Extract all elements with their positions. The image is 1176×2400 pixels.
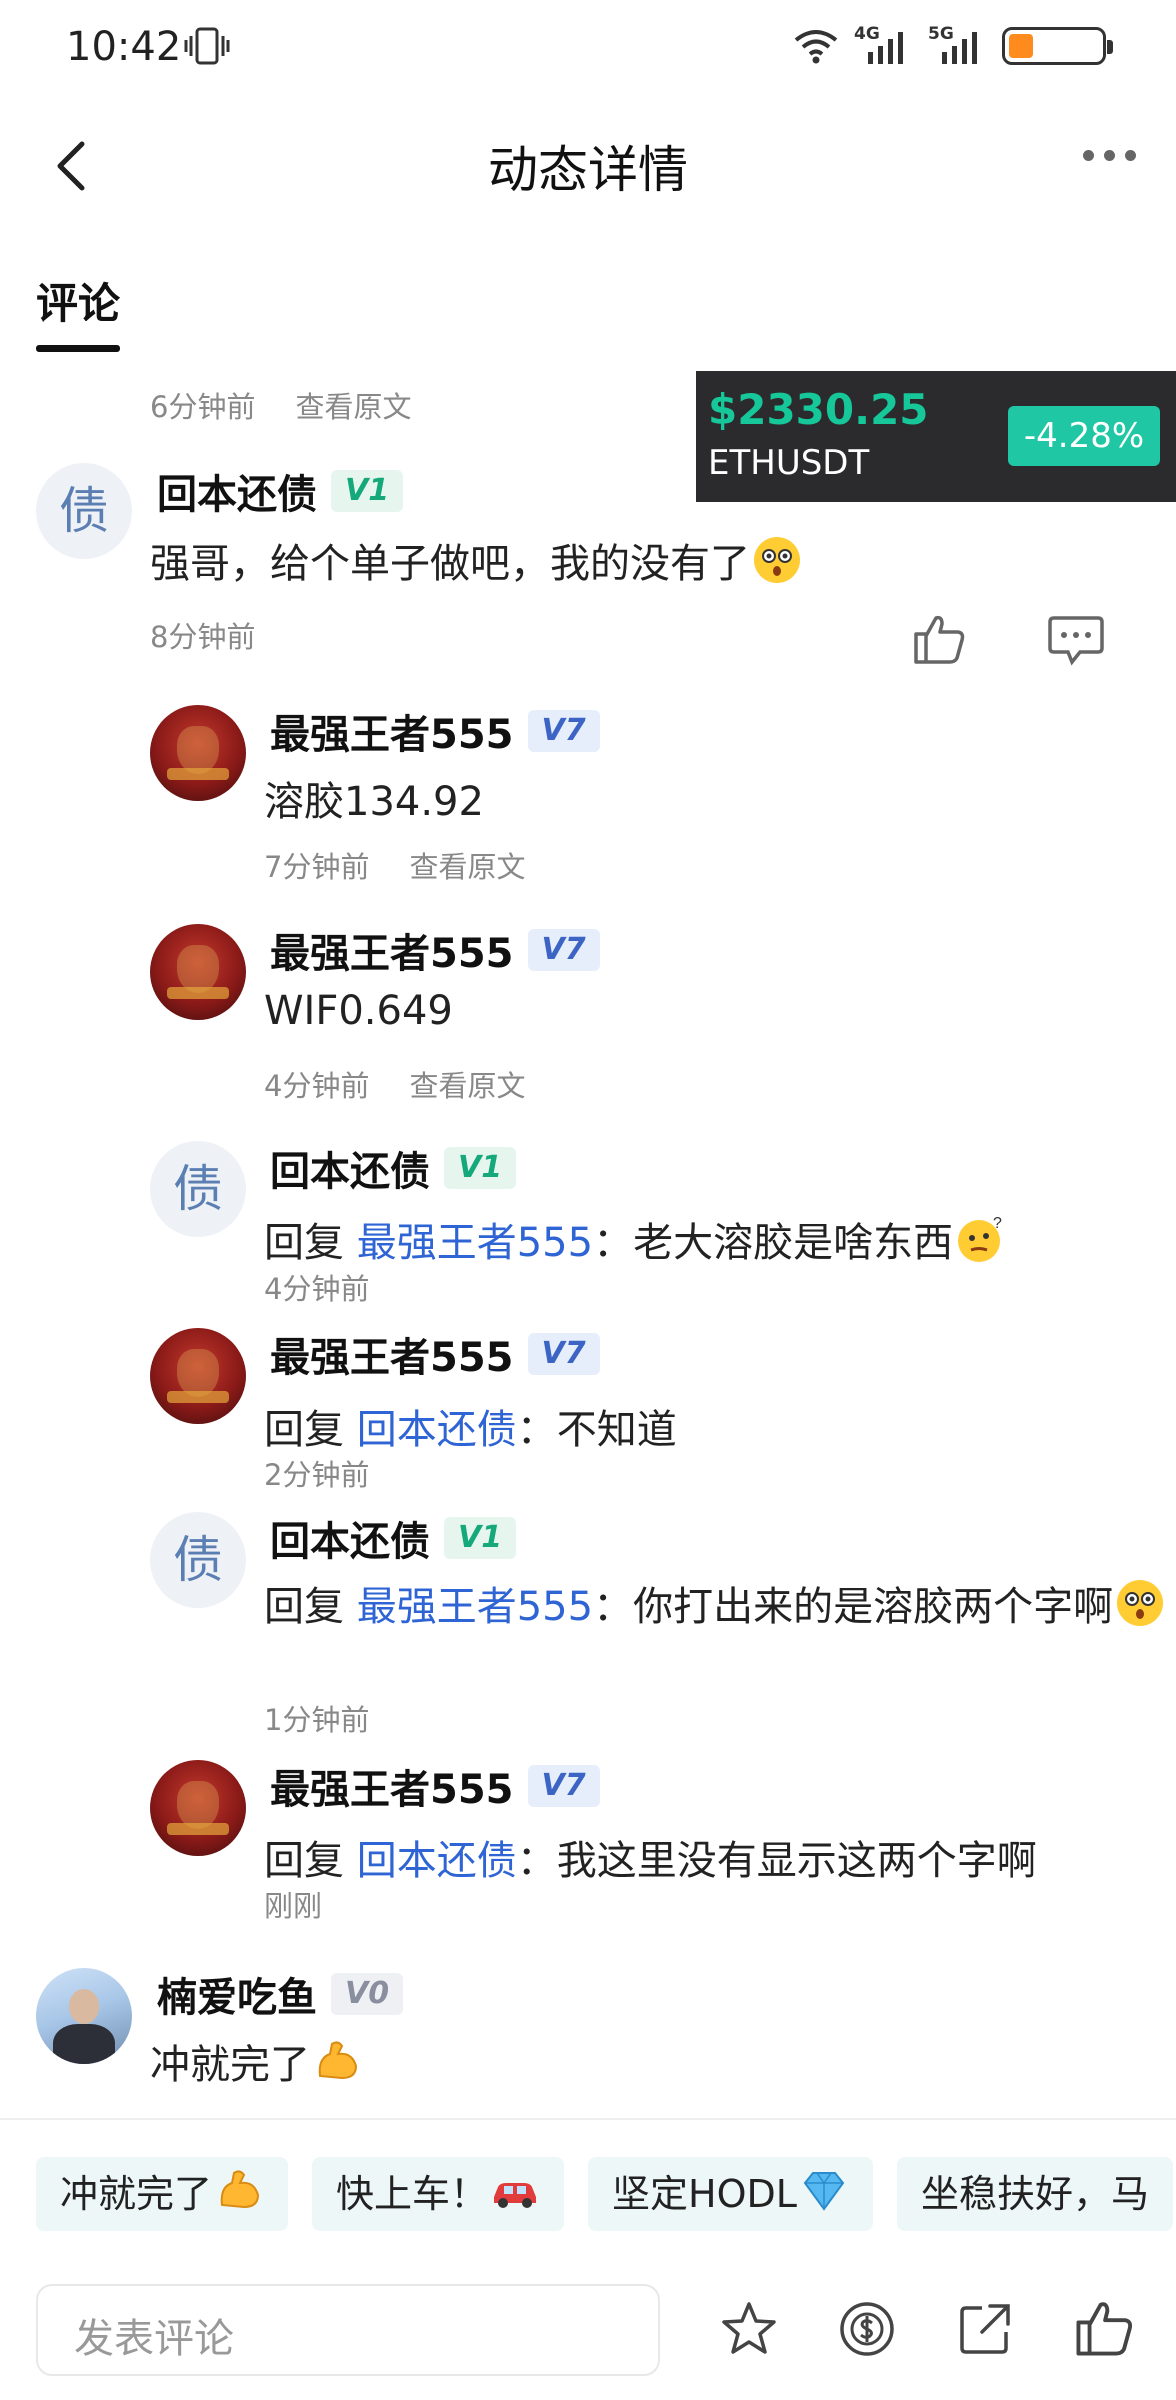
reply-username[interactable]: 最强王者555 V7	[270, 921, 600, 979]
level-badge: V1	[444, 1517, 517, 1559]
comment-input[interactable]: 发表评论	[36, 2284, 660, 2376]
reply-username[interactable]: 回本还债 V1	[270, 1139, 517, 1197]
reply-meta: 7分钟前 查看原文	[264, 850, 526, 884]
mention-link[interactable]: 最强王者555	[357, 1584, 593, 1630]
reply-text: 回复 回本还债：不知道	[264, 1407, 677, 1453]
reply-username[interactable]: 最强王者555 V7	[270, 1757, 600, 1815]
quick-reply-chip[interactable]: 坐稳扶好，马	[896, 2157, 1173, 2231]
flushed-emoji-icon	[1117, 1580, 1164, 1626]
comment-time: 8分钟前	[150, 620, 256, 654]
comment-text: 冲就完了	[150, 2032, 362, 2090]
quick-reply-chip[interactable]: 坚定HODL	[588, 2157, 873, 2231]
mention-link[interactable]: 回本还债	[357, 1838, 517, 1884]
mention-link[interactable]: 回本还债	[357, 1407, 517, 1453]
reply-time: 刚刚	[264, 1889, 323, 1923]
level-badge: V1	[444, 1147, 517, 1189]
signal-4g: 4G	[854, 24, 914, 66]
avatar[interactable]	[150, 924, 246, 1020]
wifi-icon	[794, 30, 838, 64]
reply-text: 回复 最强王者555：你打出来的是溶胶两个字啊	[264, 1576, 1176, 1638]
reply-username[interactable]: 最强王者555 V7	[270, 1325, 600, 1383]
gem-emoji-icon	[803, 2172, 845, 2211]
comment-text: 强哥，给个单子做吧，我的没有了	[150, 531, 802, 589]
comment-meta: 6分钟前 查看原文	[150, 384, 411, 426]
level-badge: V7	[527, 1333, 600, 1375]
battery-icon	[1002, 27, 1113, 65]
car-emoji-icon	[494, 2183, 537, 2208]
status-time: 10:42	[66, 24, 182, 70]
like-icon[interactable]	[912, 612, 966, 666]
comment-time: 6分钟前	[150, 390, 256, 424]
vibrate-icon	[184, 27, 230, 65]
status-icons: 4G 5G	[792, 24, 1113, 66]
avatar[interactable]: 债	[36, 463, 132, 559]
reply-text: 回复 最强王者555：老大溶胶是啥东西?	[264, 1210, 1005, 1268]
view-original-link[interactable]: 查看原文	[409, 850, 525, 884]
level-badge: V0	[331, 1973, 404, 2015]
thinking-emoji-icon: ?	[958, 1215, 1002, 1262]
view-original-link[interactable]: 查看原文	[409, 1069, 525, 1103]
like-icon[interactable]	[1074, 2298, 1134, 2358]
ticker-change-badge: -4.28%	[1008, 406, 1160, 466]
share-icon[interactable]	[956, 2300, 1014, 2358]
reply-text: 回复 回本还债：我这里没有显示这两个字啊	[264, 1838, 1037, 1884]
flushed-emoji-icon	[754, 537, 800, 583]
level-badge: V7	[527, 1765, 600, 1807]
divider	[0, 2118, 1176, 2120]
svg-text:?: ?	[993, 1215, 1002, 1232]
mention-link[interactable]: 最强王者555	[357, 1220, 593, 1266]
flexed-biceps-emoji-icon	[318, 2041, 358, 2080]
status-bar: 10:42 4G 5G	[0, 0, 1176, 100]
reply-username[interactable]: 回本还债 V1	[270, 1509, 517, 1567]
comment-icon[interactable]	[1048, 614, 1104, 666]
view-original-link[interactable]: 查看原文	[295, 390, 411, 424]
coin-icon[interactable]	[838, 2300, 896, 2358]
reply-time: 4分钟前	[264, 1272, 370, 1306]
ticker-pair: ETHUSDT	[708, 443, 870, 483]
avatar[interactable]: 债	[150, 1512, 246, 1608]
page-title: 动态详情	[488, 141, 688, 199]
star-icon[interactable]	[720, 2300, 778, 2358]
level-badge: V7	[527, 929, 600, 971]
ticker-price: $2330.25	[708, 385, 929, 434]
reply-username[interactable]: 最强王者555 V7	[270, 702, 600, 760]
reply-text: WIF0.649	[264, 988, 453, 1034]
comment-username[interactable]: 回本还债 V1	[157, 462, 404, 520]
avatar[interactable]	[150, 705, 246, 801]
reply-meta: 4分钟前 查看原文	[264, 1069, 526, 1103]
signal-bars-icon	[868, 32, 903, 64]
level-badge: V7	[527, 710, 600, 752]
quick-reply-chip[interactable]: 冲就完了	[36, 2157, 289, 2231]
avatar[interactable]	[150, 1328, 246, 1424]
signal-5g: 5G	[928, 24, 988, 66]
signal-bars-icon	[942, 32, 977, 64]
tab-indicator	[36, 345, 120, 352]
reply-time: 2分钟前	[264, 1458, 370, 1492]
avatar[interactable]	[150, 1760, 246, 1856]
reply-text: 溶胶134.92	[264, 779, 484, 825]
reply-time: 1分钟前	[264, 1703, 370, 1737]
avatar[interactable]: 债	[150, 1141, 246, 1237]
avatar[interactable]	[36, 1968, 132, 2064]
comment-username[interactable]: 楠爱吃鱼 V0	[157, 1965, 404, 2023]
more-icon[interactable]	[1083, 150, 1136, 161]
tab-comments[interactable]: 评论	[36, 270, 120, 331]
quick-reply-bar: 冲就完了 快上车！ 坚定HODL 坐稳扶好，马	[36, 2157, 1173, 2231]
level-badge: V1	[331, 470, 404, 512]
quick-reply-chip[interactable]: 快上车！	[312, 2157, 565, 2231]
price-ticker[interactable]: $2330.25 ETHUSDT -4.28%	[696, 371, 1176, 502]
flexed-biceps-emoji-icon	[220, 2170, 260, 2209]
